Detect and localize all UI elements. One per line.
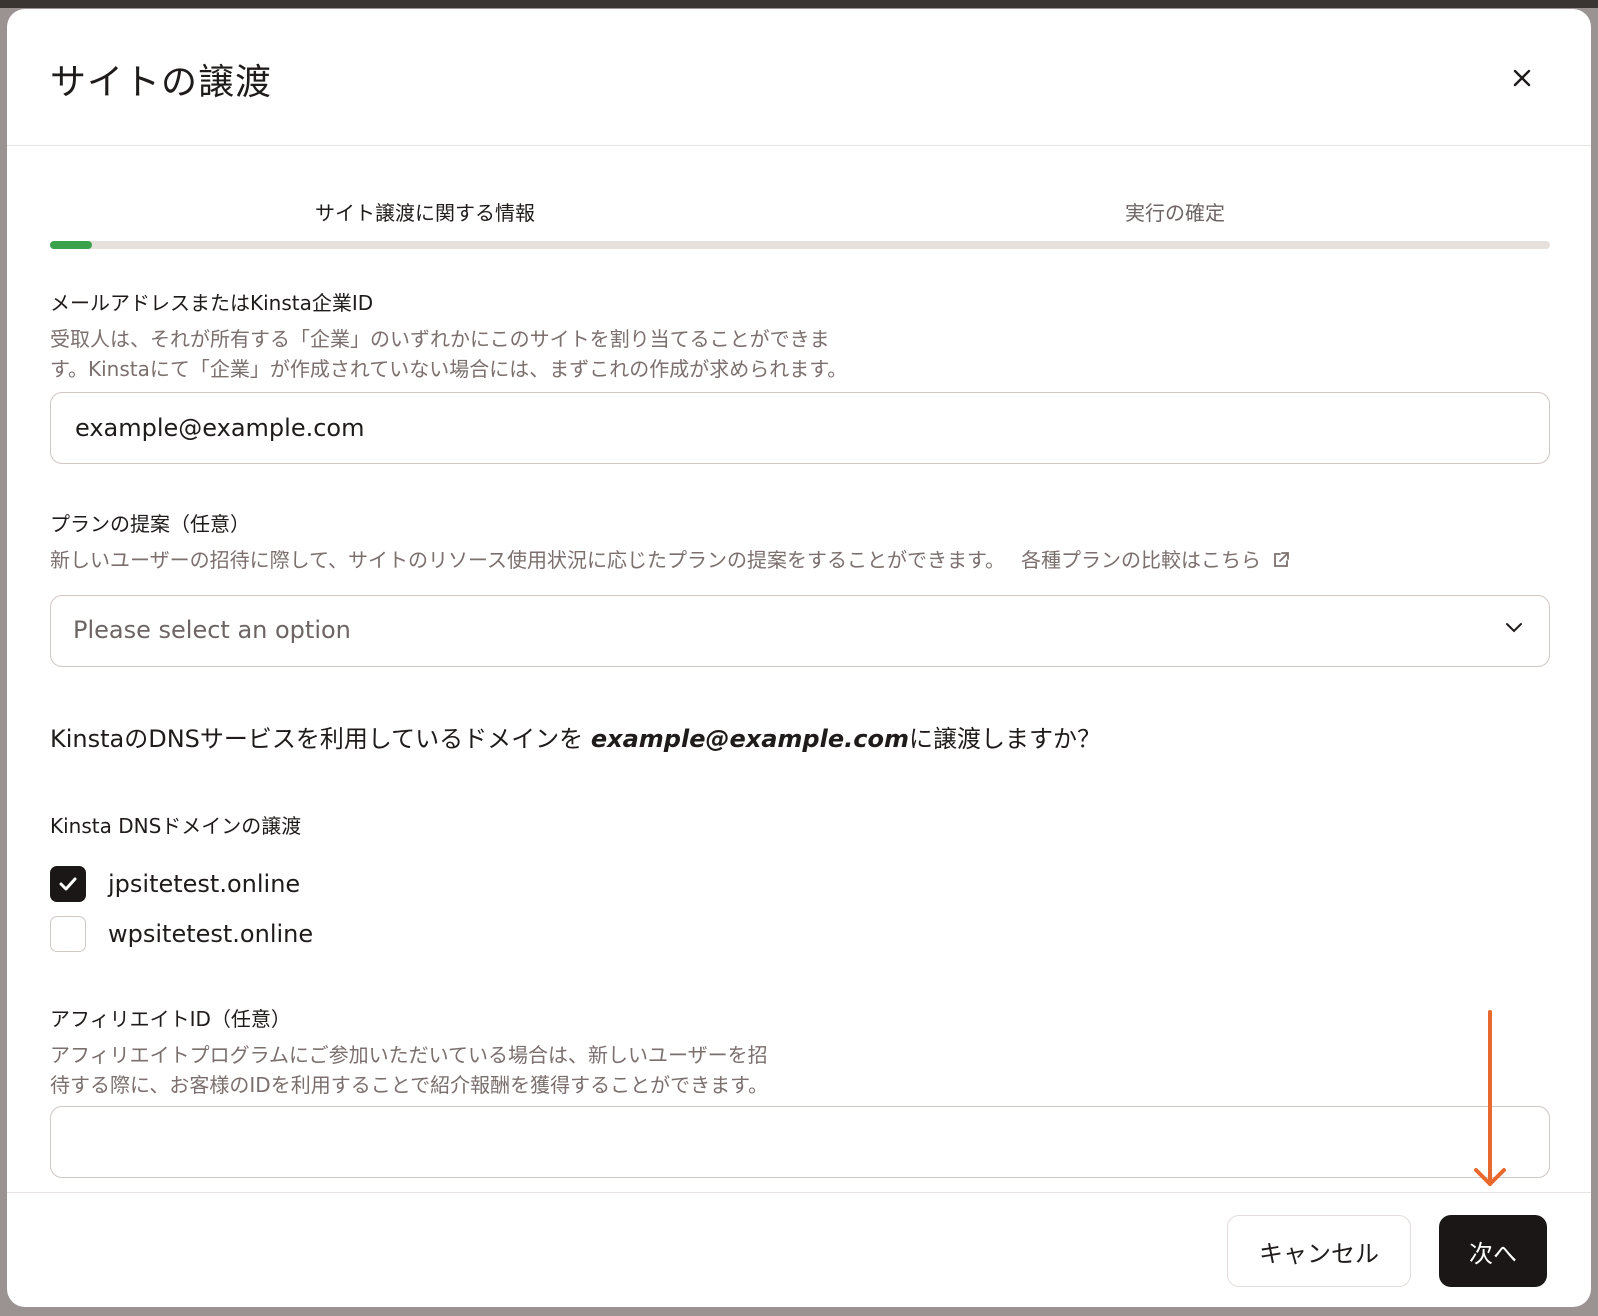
- plan-help-text: 新しいユーザーの招待に際して、サイトのリソース使用状況に応じたプランの提案をする…: [50, 545, 1550, 575]
- cancel-button[interactable]: キャンセル: [1227, 1215, 1411, 1287]
- email-input[interactable]: [50, 392, 1550, 464]
- email-help-line-2: す。Kinstaにて「企業」が作成されていない場合には、まずこれの作成が求められ…: [50, 357, 848, 381]
- transfer-site-modal: サイトの譲渡 サイト譲渡に関する情報 実行の確定 メールアドレスまたはKinst…: [7, 9, 1591, 1307]
- domain-label-jpsitetest: jpsitetest.online: [108, 870, 301, 898]
- plan-help: 新しいユーザーの招待に際して、サイトのリソース使用状況に応じたプランの提案をする…: [50, 548, 1005, 572]
- plan-select-placeholder: Please select an option: [73, 616, 351, 644]
- affiliate-id-input[interactable]: [50, 1106, 1550, 1178]
- affiliate-label: アフィリエイトID（任意）: [50, 1007, 291, 1031]
- dns-transfer-question: KinstaのDNSサービスを利用しているドメインを example@examp…: [50, 719, 1550, 754]
- plan-select[interactable]: Please select an option: [50, 595, 1550, 667]
- next-button[interactable]: 次へ: [1439, 1215, 1547, 1287]
- domain-checkbox-wpsitetest[interactable]: [50, 916, 86, 952]
- affiliate-section: アフィリエイトID（任意） アフィリエイトプログラムにご参加いただいている場合は…: [50, 1003, 1550, 1178]
- dns-question-email: example@example.com: [590, 725, 909, 753]
- email-section: メールアドレスまたはKinsta企業ID 受取人は、それが所有する「企業」のいず…: [50, 287, 1550, 464]
- modal-title: サイトの譲渡: [50, 62, 273, 103]
- plan-section: プランの提案（任意） 新しいユーザーの招待に際して、サイトのリソース使用状況に応…: [50, 508, 1550, 667]
- affiliate-help-line-1: アフィリエイトプログラムにご参加いただいている場合は、新しいユーザーを招: [50, 1043, 768, 1067]
- domain-label-wpsitetest: wpsitetest.online: [108, 920, 314, 948]
- email-help-line-1: 受取人は、それが所有する「企業」のいずれかにこのサイトを割り当てることができま: [50, 327, 830, 351]
- background-topbar: [0, 0, 1598, 8]
- email-label: メールアドレスまたはKinsta企業ID: [50, 291, 374, 315]
- domain-row-jpsitetest: jpsitetest.online: [50, 859, 1550, 909]
- close-button[interactable]: [1505, 61, 1539, 95]
- progress-bar: [50, 241, 1550, 249]
- email-help-text: 受取人は、それが所有する「企業」のいずれかにこのサイトを割り当てることができま …: [50, 324, 1550, 384]
- plan-compare-link[interactable]: 各種プランの比較はこちら: [1021, 545, 1261, 575]
- modal-header: サイトの譲渡: [7, 9, 1591, 146]
- modal-footer: キャンセル 次へ: [7, 1192, 1591, 1307]
- dns-question-prefix: KinstaのDNSサービスを利用しているドメインを: [50, 725, 591, 753]
- annotation-arrow-icon: [1474, 1010, 1506, 1186]
- dns-domains-label: Kinsta DNSドメインの譲渡: [50, 814, 302, 838]
- plan-label: プランの提案（任意）: [50, 512, 250, 536]
- domain-checkbox-jpsitetest[interactable]: [50, 866, 86, 902]
- modal-body: サイト譲渡に関する情報 実行の確定 メールアドレスまたはKinsta企業ID 受…: [50, 147, 1550, 1178]
- step-2-label: 実行の確定: [1125, 201, 1225, 225]
- domain-row-wpsitetest: wpsitetest.online: [50, 909, 1550, 959]
- checkmark-icon: [59, 877, 77, 891]
- chevron-down-icon: [1506, 623, 1522, 633]
- dns-domains-section: Kinsta DNSドメインの譲渡 jpsitetest.online wpsi…: [50, 810, 1550, 959]
- dns-question-suffix: に譲渡しますか？: [908, 725, 1101, 753]
- close-icon: [1513, 69, 1531, 87]
- step-1-label: サイト譲渡に関する情報: [315, 201, 535, 225]
- stepper: サイト譲渡に関する情報 実行の確定: [50, 147, 1550, 255]
- affiliate-help-line-2: 待する際に、お客様のIDを利用することで紹介報酬を獲得することができます。: [50, 1073, 769, 1097]
- affiliate-help-text: アフィリエイトプログラムにご参加いただいている場合は、新しいユーザーを招 待する…: [50, 1040, 1550, 1100]
- progress-bar-fill: [50, 241, 92, 249]
- external-link-icon: [1274, 552, 1289, 567]
